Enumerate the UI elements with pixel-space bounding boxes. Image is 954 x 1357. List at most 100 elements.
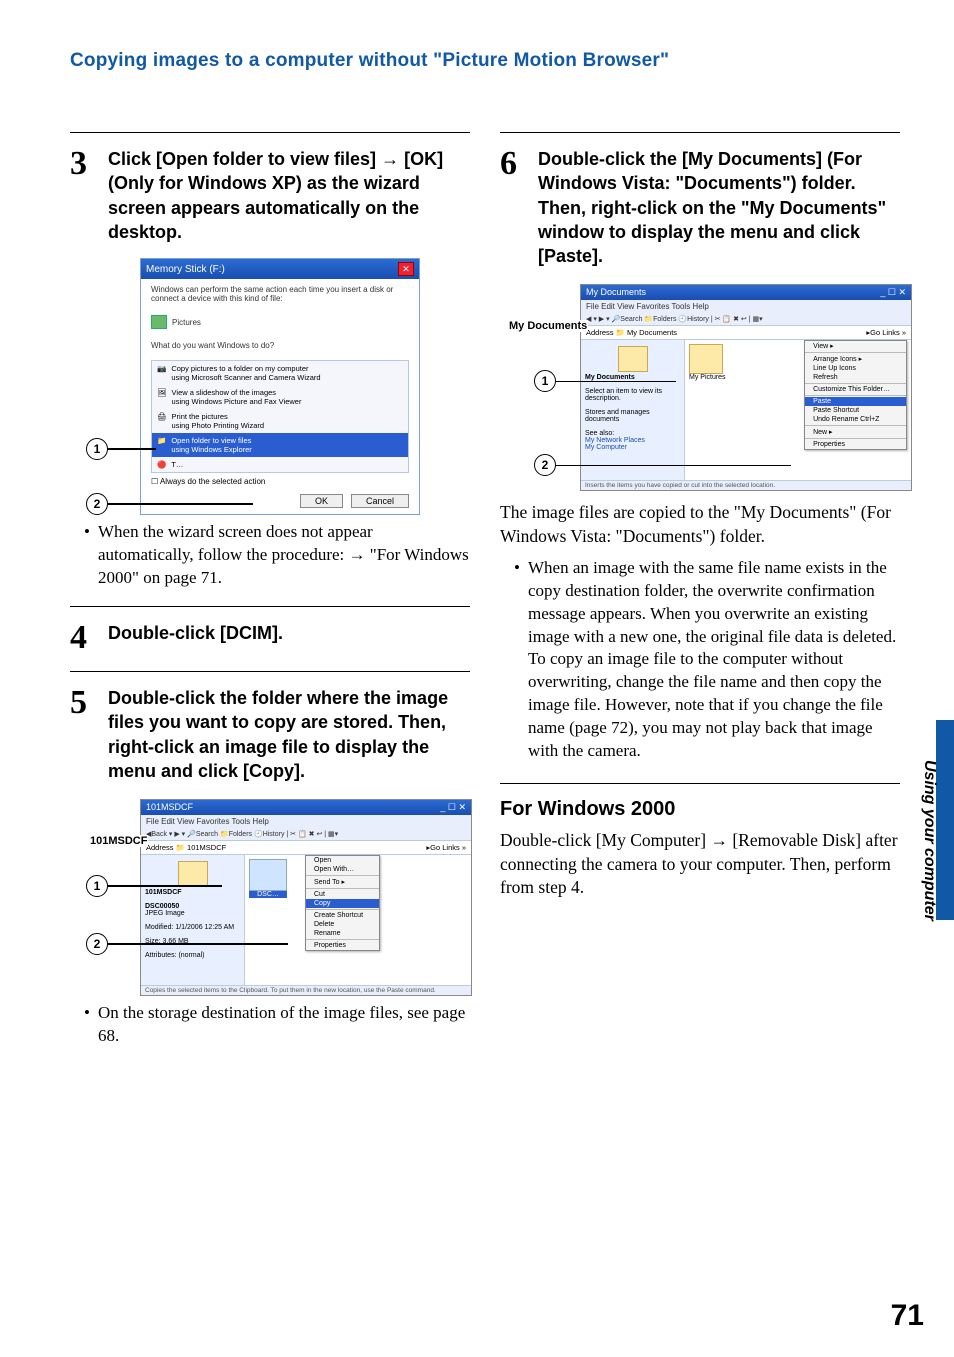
ctx-properties[interactable]: Properties [805,440,906,449]
image-thumb[interactable]: DSC… [249,859,287,898]
side-link-computer[interactable]: My Computer [585,444,627,451]
ok-button[interactable]: OK [300,494,343,508]
wizard-item-3: Open folder to view files using Windows … [171,436,251,454]
status-bar: Copies the selected items to the Clipboa… [141,985,471,995]
ctx-view[interactable]: View ▸ [805,341,906,351]
ctx-cut[interactable]: Cut [306,890,379,899]
window-controls[interactable]: _ ☐ ✕ [880,287,906,298]
close-icon[interactable]: ✕ [398,262,414,276]
divider [500,132,900,133]
address-text: Address 📁 101MSDCF [146,843,226,852]
menubar[interactable]: File Edit View Favorites Tools Help [581,300,911,313]
right-column: 6 Double-click the [My Documents] (For W… [500,122,900,1048]
ctx-sep [805,425,906,426]
ctx-rename[interactable]: Rename [306,929,379,938]
ctx-shortcut[interactable]: Create Shortcut [306,911,379,920]
window-controls[interactable]: _ ☐ ✕ [440,802,466,813]
wizard-dialog: Memory Stick (F:) ✕ Windows can perform … [140,258,420,515]
bullet-step6: • When an image with the same file name … [514,557,900,763]
thumb-icon [249,859,287,891]
wizard-intro: Windows can perform the same action each… [141,279,419,309]
toolbar[interactable]: ◀Back ▾ ▶ ▾ 🔎Search 📁Folders 🕘History | … [141,828,471,841]
ctx-open[interactable]: Open [306,856,379,865]
b3a: When the wizard screen does not appear a… [98,522,373,564]
divider [70,132,470,133]
wizard-item-1: View a slideshow of the images using Win… [172,388,302,406]
w2k-a: Double-click [My Computer] [500,830,710,850]
ctx-openwith[interactable]: Open With… [306,865,379,874]
folder-icon [618,346,648,372]
explorer-title: 101MSDCF [146,802,193,813]
ctx-copy[interactable]: Copy [306,899,379,908]
pictures-icon [151,315,167,329]
callout-2: 2 [534,454,791,476]
ctx-sendto[interactable]: Send To ▸ [306,877,379,887]
ctx-lineup[interactable]: Line Up Icons [805,364,906,373]
callout-badge: 1 [86,438,108,460]
explorer-titlebar: My Documents _ ☐ ✕ [581,285,911,300]
wizard-item[interactable]: 🖨Print the pictures using Photo Printing… [152,409,408,433]
wizard-item-selected[interactable]: 📁Open folder to view files using Windows… [152,433,408,457]
wizard-item-2: Print the pictures using Photo Printing … [172,412,265,430]
left-column: 3 Click [Open folder to view files] → [O… [70,122,470,1048]
address-text: Address 📁 My Documents [586,328,677,337]
ctx-refresh[interactable]: Refresh [805,373,906,382]
wizard-always-label: Always do the selected action [160,477,265,486]
wizard-list: 📷Copy pictures to a folder on my compute… [151,360,409,473]
callout-line [556,465,791,467]
arrow-icon: → [349,545,366,564]
wizard-item[interactable]: 🖼View a slideshow of the images using Wi… [152,385,408,409]
ctx-new[interactable]: New ▸ [805,427,906,437]
side-link-network[interactable]: My Network Places [585,437,645,444]
callout-2: 2 [86,493,253,515]
wizard-checkbox-row[interactable]: ☐ Always do the selected action [141,477,419,488]
wizard-item-0: Copy pictures to a folder on my computer… [171,364,320,382]
folder-icon [689,344,723,374]
ctx-sep [306,875,379,876]
callout-1: 1 [86,438,156,460]
right-pane[interactable]: DSC… Open Open With… Send To ▸ Cut Copy [245,855,471,985]
go-links: ▸Go Links » [426,843,466,852]
address-bar[interactable]: Address 📁 My Documents ▸Go Links » [581,326,911,340]
step-4: 4 Double-click [DCIM]. [70,621,470,655]
ctx-pasteshortcut[interactable]: Paste Shortcut [805,406,906,415]
side-file-type: JPEG Image [145,910,185,917]
bullet-step3: • When the wizard screen does not appear… [84,521,470,590]
side-hint2: Stores and manages documents [585,409,650,423]
ctx-properties[interactable]: Properties [306,941,379,950]
bullet-dot: • [514,557,522,763]
ctx-delete[interactable]: Delete [306,920,379,929]
context-menu[interactable]: View ▸ Arrange Icons ▸ Line Up Icons Ref… [804,340,907,450]
toolbar[interactable]: ◀ ▾ ▶ ▾ 🔎Search 📁Folders 🕘History | ✂ 📋 … [581,313,911,326]
callout-badge: 2 [86,493,108,515]
step-5: 5 Double-click the folder where the imag… [70,686,470,783]
bullet-text: When the wizard screen does not appear a… [98,521,470,590]
callout-2: 2 [86,933,288,955]
ctx-undo[interactable]: Undo Rename Ctrl+Z [805,415,906,424]
ctx-arrange[interactable]: Arrange Icons ▸ [805,354,906,364]
step-text: Click [Open folder to view files] → [OK]… [108,147,470,244]
context-menu[interactable]: Open Open With… Send To ▸ Cut Copy Creat… [305,855,380,951]
bullet-text: When an image with the same file name ex… [528,557,900,763]
side-tab-bg [936,720,954,920]
step-3: 3 Click [Open folder to view files] → [O… [70,147,470,244]
wizard-item[interactable]: 📷Copy pictures to a folder on my compute… [152,361,408,385]
thumb-label: My Pictures [689,374,726,381]
cancel-button[interactable]: Cancel [351,494,409,508]
ctx-sep [805,352,906,353]
step-text: Double-click the [My Documents] (For Win… [538,147,900,268]
callout-1: 1 [534,370,676,392]
folder-thumb[interactable]: My Pictures [689,344,726,381]
menubar[interactable]: File Edit View Favorites Tools Help [141,815,471,828]
step6-result-text: The image files are copied to the "My Do… [500,501,900,548]
ctx-customize[interactable]: Customize This Folder… [805,385,906,394]
screenshot-label: 101MSDCF [89,835,148,847]
address-bar[interactable]: Address 📁 101MSDCF ▸Go Links » [141,841,471,855]
win2000-heading: For Windows 2000 [500,798,900,821]
wizard-pictures-row: Pictures [141,309,419,335]
side-file-name: DSC00050 [145,903,179,910]
wizard-titlebar: Memory Stick (F:) ✕ [141,259,419,279]
thumb-label: DSC… [249,891,287,898]
ctx-paste[interactable]: Paste [805,397,906,406]
wizard-item-more[interactable]: 🔴T… [152,457,408,472]
